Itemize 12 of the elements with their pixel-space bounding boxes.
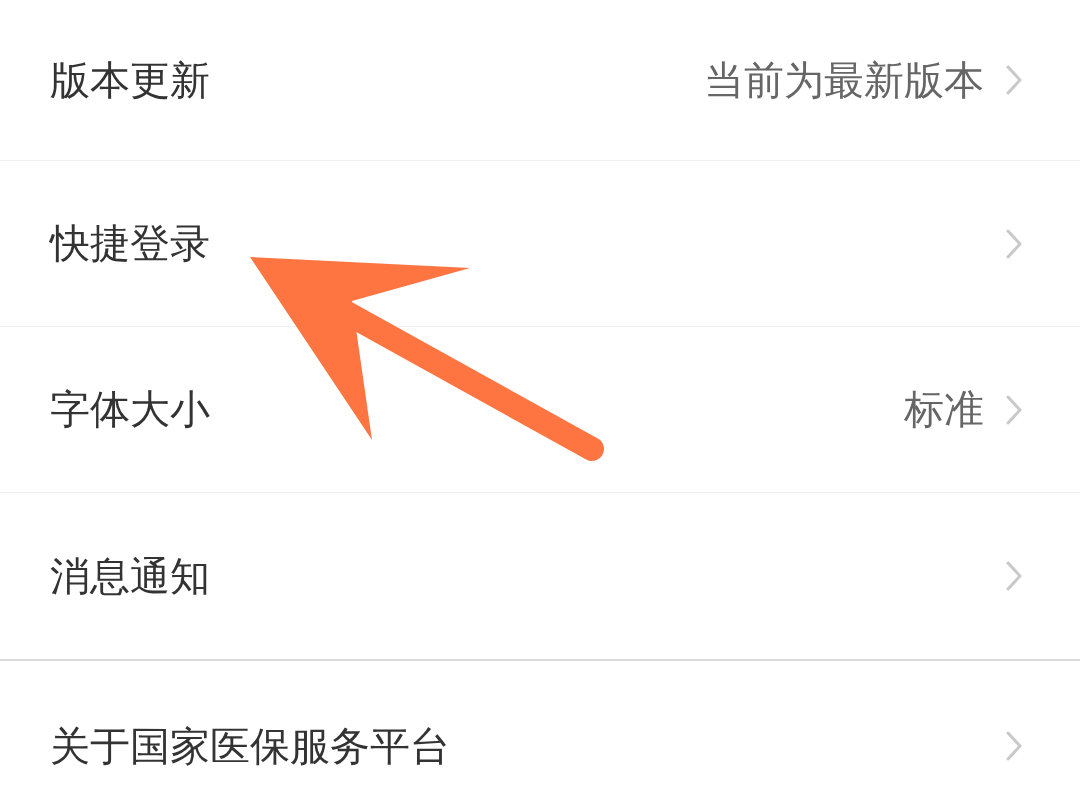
setting-label: 字体大小: [50, 385, 210, 434]
chevron-icon[interactable]: [1006, 394, 1022, 425]
setting-value: 标准: [904, 385, 984, 434]
setting-label: 快捷登录: [50, 219, 210, 268]
chevron-icon[interactable]: [1006, 561, 1022, 591]
setting-label: 关于国家医保服务平台: [50, 721, 450, 771]
setting-value: 当前为最新版本: [704, 55, 984, 105]
setting-label: 版本更新: [50, 55, 210, 105]
setting-label: 消息通知: [50, 551, 210, 601]
chevron-icon[interactable]: [1006, 731, 1022, 761]
chevron-icon[interactable]: [1006, 65, 1022, 95]
chevron-icon[interactable]: [1006, 228, 1022, 259]
